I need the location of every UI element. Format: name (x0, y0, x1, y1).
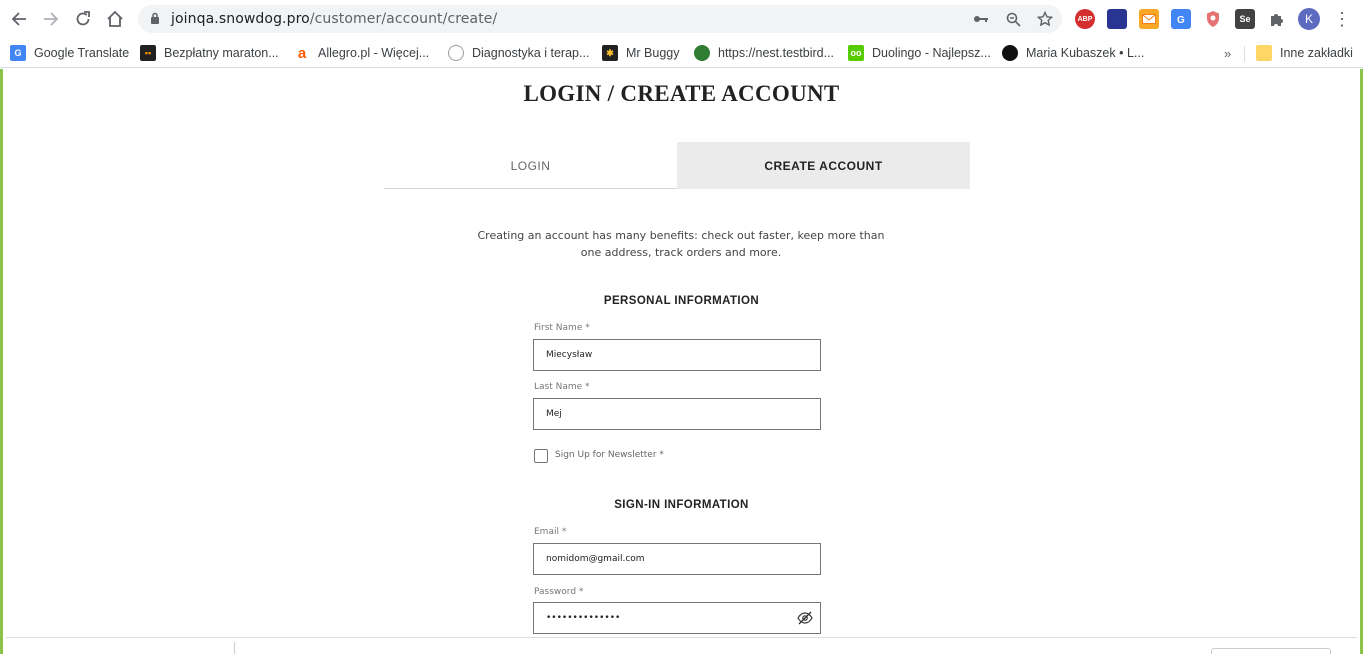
bookmark-label: Diagnostyka i terap... (472, 46, 590, 60)
bookmark-label: Inne zakładki (1280, 46, 1353, 60)
toggle-password-visibility-icon[interactable] (797, 611, 813, 625)
key-icon[interactable] (972, 10, 990, 28)
bookmark-label: Allegro.pl - Więcej... (318, 46, 430, 60)
bookmark-label: Duolingo - Najlepsz... (872, 46, 991, 60)
account-tabs: LOGIN CREATE ACCOUNT (384, 142, 970, 189)
adblock-plus-icon[interactable]: ABP (1075, 9, 1095, 29)
bookmark-allegro[interactable]: a Allegro.pl - Więcej... (294, 43, 429, 63)
testbird-icon (694, 45, 710, 61)
password-label: Password * (534, 587, 584, 597)
maraton-icon: ▪▪ (140, 45, 156, 61)
page-content: LOGIN / CREATE ACCOUNT LOGIN CREATE ACCO… (0, 69, 1363, 654)
extensions-puzzle-icon[interactable] (1267, 9, 1287, 29)
bookmark-mr-buggy[interactable]: ✱ Mr Buggy (602, 43, 680, 63)
tab-login[interactable]: LOGIN (384, 142, 677, 189)
email-field[interactable]: nomidom@gmail.com (533, 543, 821, 575)
bookmark-maraton[interactable]: ▪▪ Bezpłatny maraton... (140, 43, 279, 63)
google-translate-icon: G (10, 45, 26, 61)
password-field[interactable]: •••••••••••••• (533, 602, 821, 634)
last-name-label: Last Name * (534, 382, 590, 392)
browser-toolbar: joinqa.snowdog.pro/customer/account/crea… (0, 0, 1363, 38)
diagnostyka-icon (448, 45, 464, 61)
zoom-icon[interactable] (1004, 10, 1022, 28)
bookmark-maria-kubaszek[interactable]: Maria Kubaszek • L... (1002, 43, 1144, 63)
bookmarks-divider (1244, 46, 1245, 62)
maria-kubaszek-icon (1002, 45, 1018, 61)
forward-icon[interactable] (39, 7, 63, 31)
bookmark-other-folder[interactable]: Inne zakładki (1256, 43, 1353, 63)
selenium-ide-icon[interactable]: Se (1235, 9, 1255, 29)
translate-extension-icon[interactable]: G (1171, 9, 1191, 29)
extension-icon-blue[interactable] (1107, 9, 1127, 29)
bookmark-duolingo[interactable]: oo Duolingo - Najlepsz... (848, 43, 991, 63)
chrome-menu-icon[interactable]: ⋮ (1333, 8, 1351, 30)
profile-avatar[interactable]: K (1298, 8, 1320, 30)
bottom-divider (234, 642, 235, 654)
back-icon[interactable] (7, 7, 31, 31)
folder-icon (1256, 45, 1272, 61)
newsletter-label[interactable]: Sign Up for Newsletter * (555, 450, 664, 460)
lock-icon (151, 12, 159, 24)
bookmark-testbird[interactable]: https://nest.testbird... (694, 43, 834, 63)
bookmark-label: Mr Buggy (626, 46, 680, 60)
sign-in-information-heading: SIGN-IN INFORMATION (614, 499, 749, 511)
bookmark-label: Maria Kubaszek • L... (1026, 46, 1145, 60)
bookmark-google-translate[interactable]: G Google Translate (10, 43, 129, 63)
reload-icon[interactable] (71, 7, 95, 31)
url-text: joinqa.snowdog.pro/customer/account/crea… (171, 11, 497, 27)
newsletter-checkbox[interactable] (534, 449, 548, 463)
account-benefits-text: Creating an account has many benefits: c… (477, 229, 885, 259)
svg-text:G: G (1177, 15, 1185, 25)
page-title: LOGIN / CREATE ACCOUNT (523, 81, 840, 106)
shield-extension-icon[interactable] (1203, 9, 1223, 29)
email-extension-icon[interactable] (1139, 9, 1159, 29)
allegro-icon: a (297, 44, 307, 62)
bottom-right-button[interactable] (1211, 648, 1331, 654)
duolingo-icon: oo (848, 45, 864, 61)
bookmark-diagnostyka[interactable]: Diagnostyka i terap... (448, 43, 589, 63)
last-name-field[interactable]: Mej (533, 398, 821, 430)
url-host: joinqa.snowdog.pro (171, 11, 310, 27)
address-bar[interactable]: joinqa.snowdog.pro/customer/account/crea… (138, 5, 1062, 33)
page-bottom-bar (6, 637, 1357, 654)
bookmarks-bar: G Google Translate ▪▪ Bezpłatny maraton...… (0, 38, 1363, 68)
mr-buggy-icon: ✱ (602, 45, 618, 61)
bookmarks-overflow-icon[interactable]: » (1224, 46, 1231, 61)
bookmark-label: Bezpłatny maraton... (164, 46, 279, 60)
email-label: Email * (534, 527, 567, 537)
personal-information-heading: PERSONAL INFORMATION (603, 295, 760, 307)
home-icon[interactable] (103, 7, 127, 31)
bookmark-label: https://nest.testbird... (718, 46, 835, 60)
bookmark-star-icon[interactable] (1036, 10, 1054, 28)
first-name-field[interactable]: Miecysław (533, 339, 821, 371)
first-name-label: First Name * (534, 323, 590, 333)
bookmark-label: Google Translate (34, 46, 130, 60)
url-path: /customer/account/create/ (309, 11, 498, 27)
tab-create-account[interactable]: CREATE ACCOUNT (677, 142, 970, 189)
